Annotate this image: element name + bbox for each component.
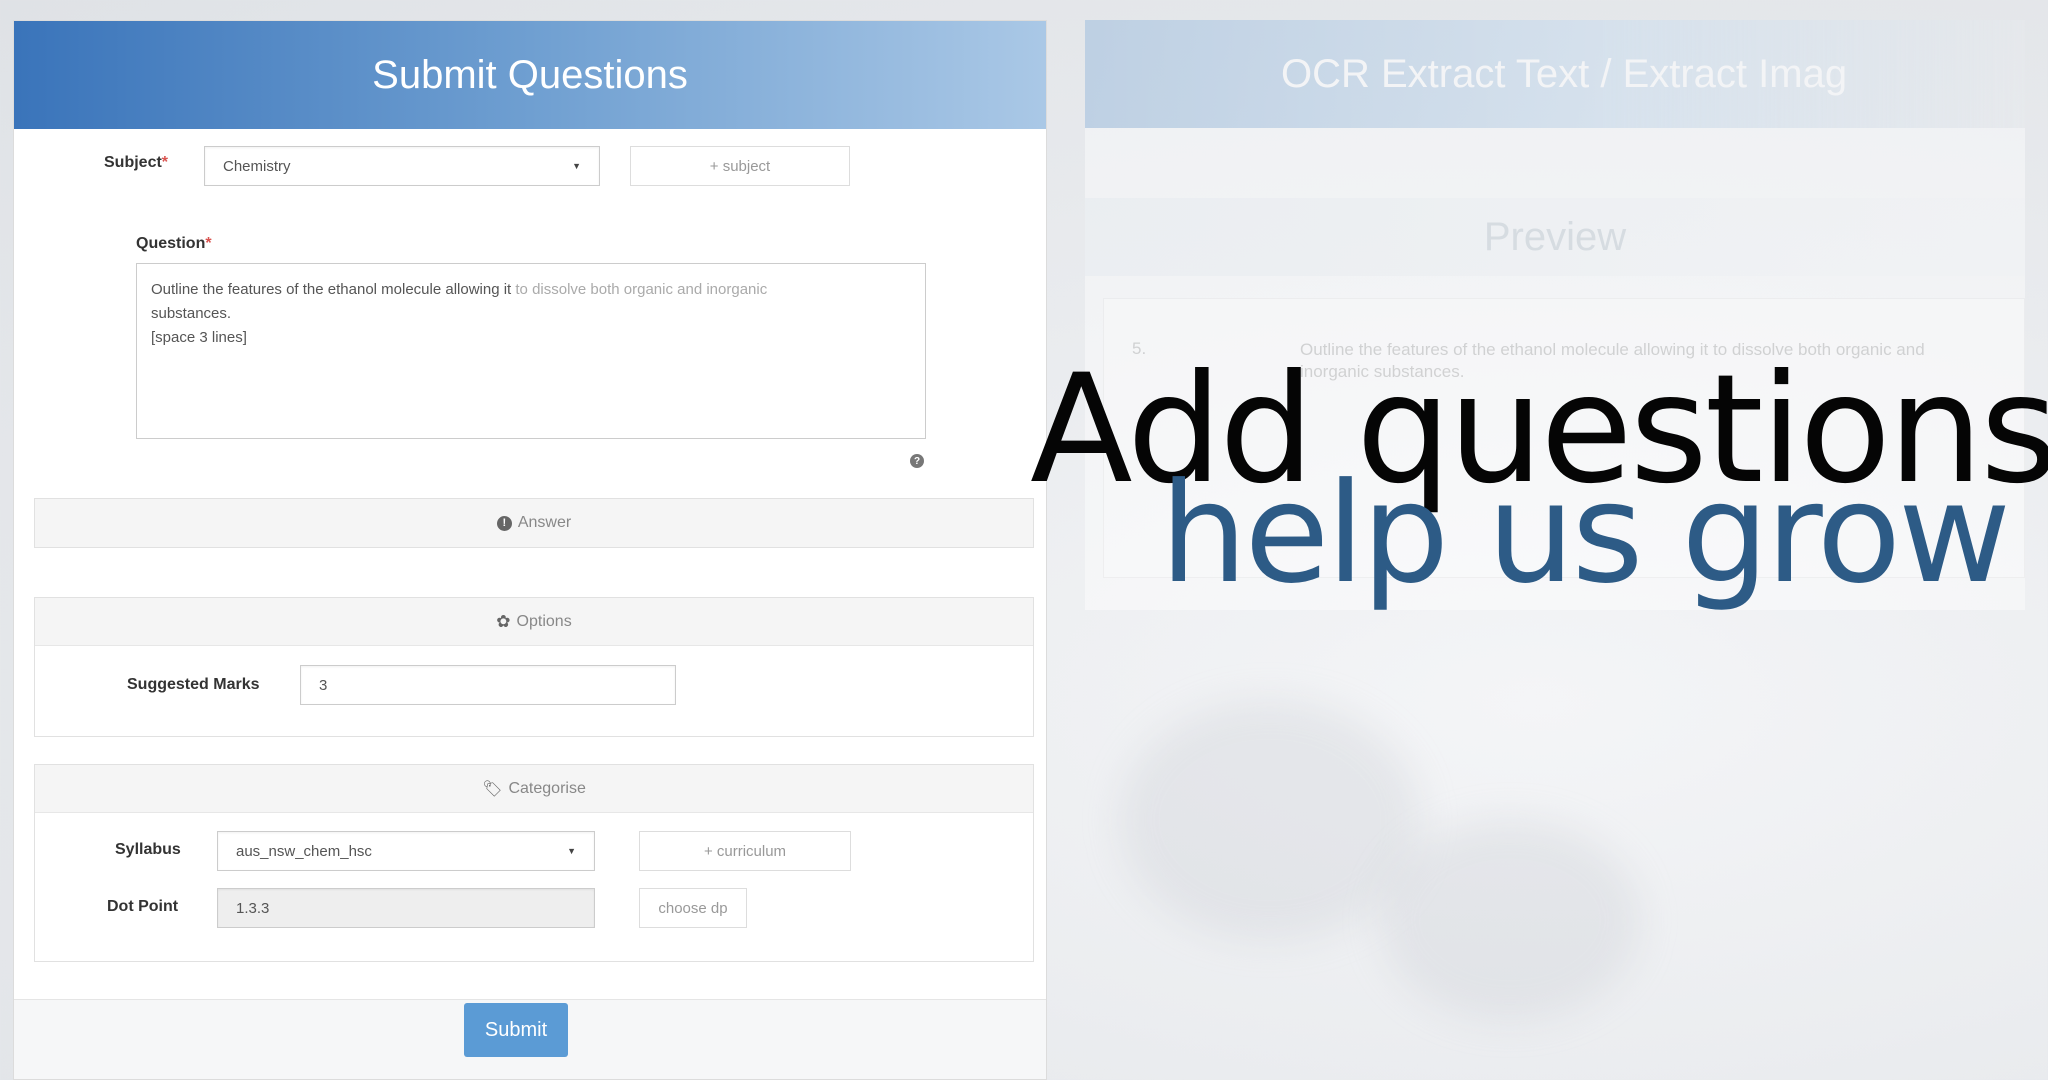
categorise-header[interactable]: 🏷 Categorise <box>35 765 1033 813</box>
gear-icon: ✿ <box>496 611 511 631</box>
info-icon: ! <box>496 515 512 531</box>
subject-select[interactable]: Chemistry ▼ <box>204 146 600 186</box>
tags-icon: 🏷 <box>482 780 503 798</box>
ocr-panel-title[interactable]: OCR Extract Text / Extract Imag <box>1085 20 2025 128</box>
dot-point-label: Dot Point <box>107 898 179 915</box>
options-header[interactable]: ✿ Options <box>35 598 1033 646</box>
categorise-section-title: Categorise <box>508 779 586 797</box>
categorise-section: 🏷 Categorise Syllabus aus_nsw_chem_hsc ▼ … <box>34 764 1034 962</box>
question-textarea[interactable]: Outline the features of the ethanol mole… <box>136 263 926 439</box>
preview-title: Preview <box>1085 198 2025 276</box>
syllabus-label: Syllabus <box>115 841 181 858</box>
panel-title: Submit Questions <box>14 21 1046 129</box>
help-icon[interactable]: ? <box>910 454 924 468</box>
chevron-down-icon: ▼ <box>572 161 581 171</box>
dot-point-input[interactable]: 1.3.3 <box>217 888 595 928</box>
answer-section-title: Answer <box>517 514 572 531</box>
submit-button[interactable]: Submit <box>464 1003 568 1057</box>
add-subject-button[interactable]: + subject <box>630 146 850 186</box>
suggested-marks-label: Suggested Marks <box>127 676 260 693</box>
options-section-title: Options <box>516 612 572 630</box>
subject-row: Subject* <box>104 154 168 172</box>
suggested-marks-input[interactable]: 3 <box>300 665 676 705</box>
chevron-down-icon: ▼ <box>567 846 576 856</box>
options-section: ✿ Options Suggested Marks 3 <box>34 597 1034 737</box>
add-curriculum-button[interactable]: + curriculum <box>639 831 851 871</box>
submit-questions-panel: Submit Questions Subject* Chemistry ▼ + s… <box>13 20 1047 1080</box>
choose-dp-button[interactable]: choose dp <box>639 888 747 928</box>
answer-section[interactable]: ! Answer <box>34 498 1034 548</box>
question-label: Question* <box>136 235 212 252</box>
background-blob <box>1380 820 1640 1020</box>
background-blob <box>1120 700 1420 940</box>
subject-label: Subject* <box>104 154 169 171</box>
overlay-subheadline: help us grow <box>1160 453 2011 614</box>
syllabus-select[interactable]: aus_nsw_chem_hsc ▼ <box>217 831 595 871</box>
